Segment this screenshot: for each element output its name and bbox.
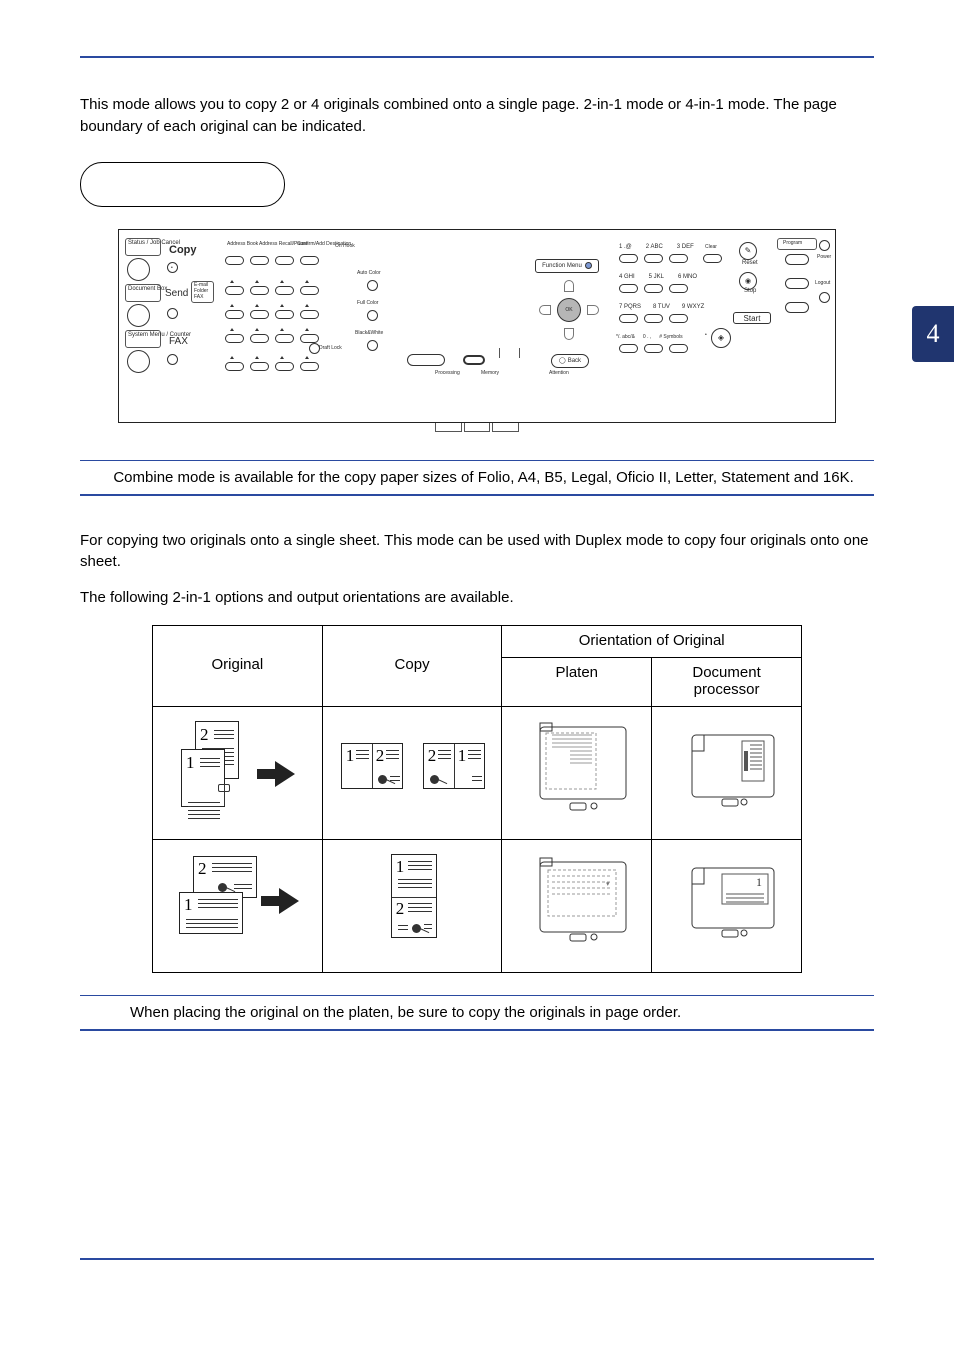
section2-paragraph2: The following 2-in-1 options and output … [80,587,874,609]
blank-rounded-box [80,162,285,207]
section2-paragraph1: For copying two originals onto a single … [80,530,874,574]
control-panel-illustration: Status / Job Cancel Copy • Document Box … [118,229,836,432]
bottom-divider [80,1258,874,1260]
svg-text:1: 1 [756,875,762,889]
note-block-1: Combine mode is available for the copy p… [80,460,874,496]
top-divider [80,56,874,58]
intro-paragraph: This mode allows you to copy 2 or 4 orig… [80,94,874,138]
svg-text:▾: ▾ [606,881,610,888]
note-block-2: When placing the original on the platen,… [80,995,874,1031]
orientation-table: Original Copy Orientation of Original Pl… [152,625,874,973]
